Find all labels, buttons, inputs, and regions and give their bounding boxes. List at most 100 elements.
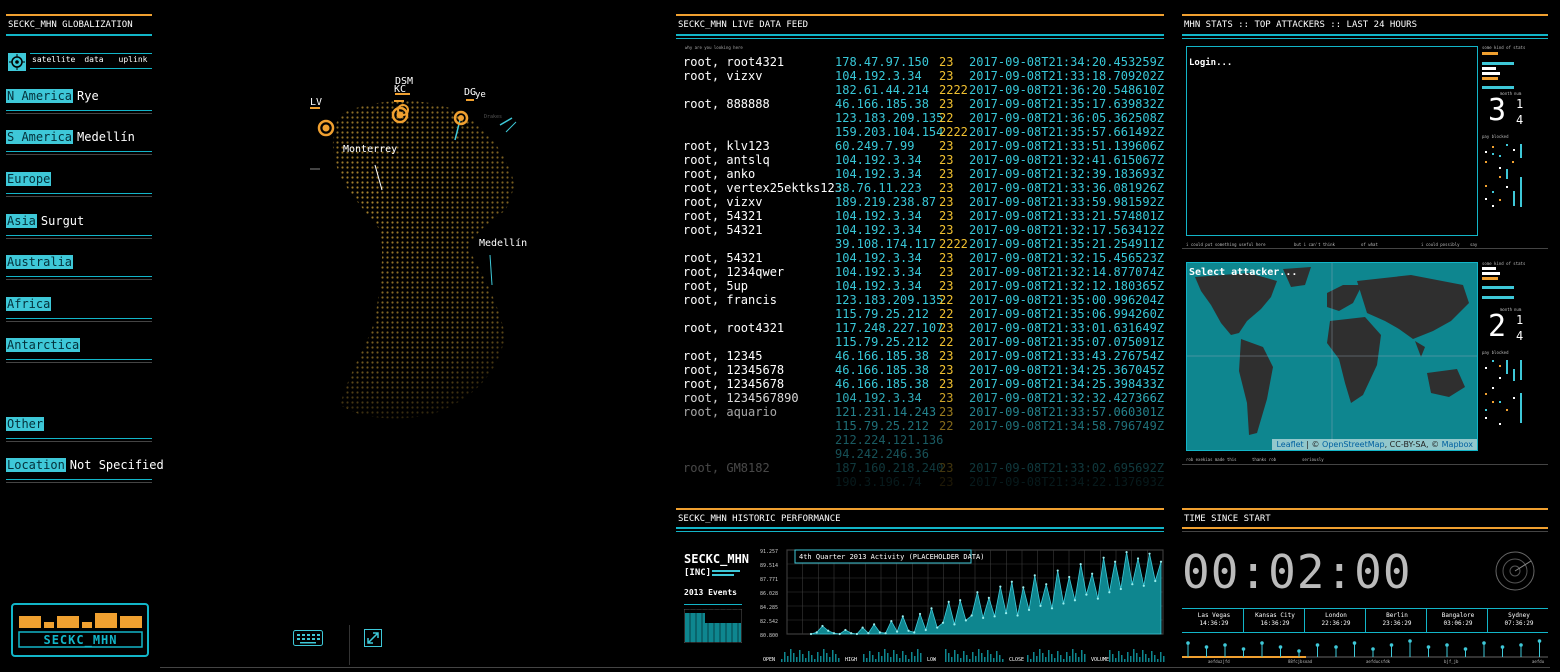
timer-pins (1182, 639, 1548, 658)
feed-ip: 189.219.238.87 (835, 195, 937, 209)
feed-timestamp: 2017-09-08T21:35:07.075091Z (969, 335, 1165, 349)
feed-port: 22 (939, 293, 954, 307)
historic-brand: SECKC_MHN (684, 552, 750, 566)
feed-title: SECKC_MHN LIVE DATA FEED (678, 20, 809, 30)
chart-bottom-label: OPEN (763, 657, 775, 663)
historic-chart[interactable]: 91.257 89.514 87.771 86.028 84.285 82.542 80.8… (755, 548, 1165, 668)
clock-city: London (1325, 612, 1347, 619)
feed-ip: 94.242.246.36 (835, 447, 929, 461)
region-n-america[interactable]: N America Rye (6, 89, 99, 103)
chart-volume-bar (863, 654, 865, 662)
footer-text: aefdu (1532, 659, 1545, 664)
pin-head (1445, 643, 1449, 647)
chart-volume-bar (1154, 655, 1156, 662)
leaflet-link[interactable]: Leaflet (1276, 440, 1303, 449)
chart-volume-bar (1118, 651, 1120, 662)
fullscreen-icon[interactable] (364, 629, 382, 647)
footer-text: bjf_jb (1444, 659, 1459, 664)
chart-point (1119, 587, 1122, 591)
region-s-america[interactable]: S America Medellín (6, 130, 135, 144)
chart-volume-bar (1066, 652, 1068, 662)
chart-volume-bar (1030, 659, 1032, 662)
login-panel[interactable]: Login... (1186, 46, 1478, 236)
chart-volume-bar (802, 654, 804, 662)
feed-port: 22 (939, 419, 954, 433)
chart-volume-bar (893, 650, 895, 662)
chart-volume-bar (1036, 656, 1038, 662)
chart-point (924, 628, 927, 632)
mapbox-link[interactable]: Mapbox (1442, 440, 1473, 449)
feed-port: 22 (939, 307, 954, 321)
chart-volume-bar (808, 651, 810, 662)
chart-point (832, 632, 836, 635)
feed-port: 23 (939, 195, 954, 209)
feed-timestamp: 2017-09-08T21:35:57.661492Z (969, 125, 1165, 139)
feed-timestamp: 2017-09-08T21:34:20.453259Z (969, 55, 1165, 69)
menu-uplink[interactable]: uplink (114, 53, 152, 67)
chart-point (1108, 591, 1111, 594)
feed-ip: 123.183.209.135 (835, 111, 944, 125)
feed-ip: 104.192.3.34 (835, 251, 922, 265)
feed-ip: 182.61.44.214 (835, 83, 929, 97)
pin-head (1186, 641, 1190, 645)
menu-satellite[interactable]: satellite (32, 53, 75, 67)
clock-bangalore: Bangalore 03:06:29 (1428, 612, 1488, 628)
chart-volume-bar (781, 659, 783, 662)
region-location[interactable]: Location Not Specified (6, 458, 164, 472)
menu-data[interactable]: data (76, 53, 112, 67)
chart-point (930, 607, 933, 610)
region-antarctica[interactable]: Antarctica (6, 338, 84, 352)
region-europe[interactable]: Europe (6, 172, 55, 186)
clock-time: 16:36:29 (1260, 620, 1290, 627)
chart-y-tick: 86.028 (760, 591, 778, 597)
chart-volume-bar (1057, 651, 1059, 662)
chart-point (867, 632, 870, 635)
clock-time: 22:36:29 (1321, 620, 1351, 627)
target-icon[interactable] (8, 53, 26, 71)
chart-volume-bar (975, 656, 977, 662)
chart-point (993, 615, 996, 618)
region-other[interactable]: Other (6, 417, 48, 431)
attacker-map[interactable]: Select attacker... Leaflet | © OpenStree… (1186, 262, 1478, 451)
feed-ip: 115.79.25.212 (835, 419, 929, 433)
region-africa[interactable]: Africa (6, 297, 55, 311)
stats-title-rule (1182, 34, 1548, 36)
osm-link[interactable]: OpenStreetMap (1322, 440, 1385, 449)
feed-timestamp: 2017-09-08T21:35:17.639832Z (969, 97, 1165, 111)
pin-head (1482, 641, 1486, 645)
globe[interactable] (270, 70, 530, 430)
feed-port: 23 (939, 349, 954, 363)
chart-volume-bar (972, 652, 974, 662)
feed-top-rule (676, 14, 1164, 16)
chart-volume-bar (1078, 657, 1080, 662)
chart-volume-bar (1124, 659, 1126, 662)
chart-volume-bar (1075, 653, 1077, 662)
chart-volume-bar (1160, 652, 1162, 662)
chart-volume-bar (969, 659, 971, 662)
chart-point (827, 629, 830, 632)
chart-point (861, 626, 864, 629)
feed-port: 23 (939, 251, 954, 265)
chart-volume-bar (1084, 654, 1086, 662)
region-australia[interactable]: Australia (6, 255, 77, 269)
side-big-number: 3 (1488, 93, 1507, 128)
chart-volume-bar (790, 649, 792, 662)
feed-ip: 104.192.3.34 (835, 279, 922, 293)
region-asia[interactable]: Asia Surgut (6, 214, 84, 228)
region-rule (6, 479, 152, 480)
caption-text: say (1470, 242, 1478, 247)
side-sub: pay blocked (1482, 134, 1509, 139)
clock-sydney: Sydney 07:36:29 (1489, 612, 1549, 628)
chart-point (1096, 597, 1099, 600)
attribution-separator: | © (1303, 440, 1323, 449)
chart-y-tick: 87.771 (760, 577, 778, 583)
chart-point (1131, 583, 1134, 586)
feed-timestamp: 2017-09-08T21:33:57.060301Z (969, 405, 1165, 419)
feed-ip: 117.248.227.107 (835, 321, 944, 335)
num-label: num (1514, 307, 1522, 312)
feed-port: 23 (939, 97, 954, 111)
keyboard-icon[interactable] (293, 630, 323, 646)
region-value: Rye (77, 89, 99, 103)
world-map[interactable] (1187, 263, 1477, 450)
feed-port: 23 (939, 69, 954, 83)
